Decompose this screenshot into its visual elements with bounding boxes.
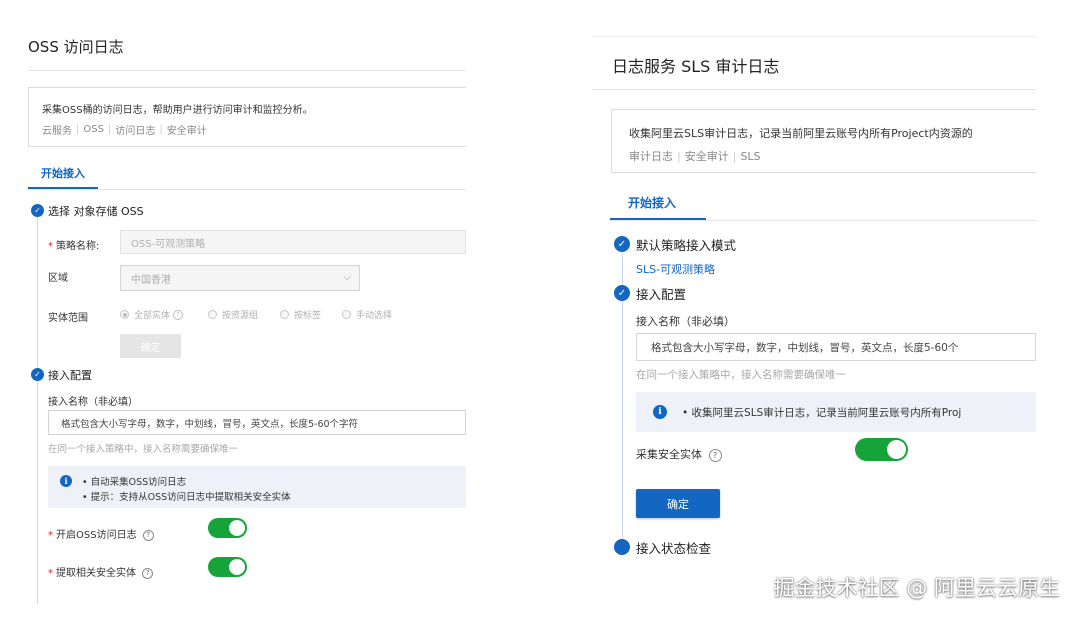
policy-name-input[interactable]: OSS-可观测策略	[120, 230, 466, 254]
radio-icon	[280, 310, 289, 319]
description-card: 采集OSS桶的访问日志，帮助用户进行访问审计和监控分析。 云服务 | OSS | 访…	[28, 87, 466, 147]
question-circle-icon[interactable]: ?	[173, 309, 184, 320]
question-circle-icon[interactable]: ?	[142, 529, 154, 541]
region-value: 中国香港	[131, 274, 171, 286]
toggle-knob	[887, 440, 906, 459]
check-circle-icon: ✓	[31, 368, 44, 381]
collect-entity-toggle[interactable]	[855, 438, 908, 461]
info-text: • 收集阿里云SLS审计日志，记录当前阿里云账号内所有Proj	[682, 407, 962, 419]
radio-icon	[208, 310, 217, 319]
extract-entity-toggle[interactable]	[208, 557, 247, 577]
title-divider	[28, 70, 466, 71]
scope-option-resource-group[interactable]: 按资源组	[208, 308, 258, 321]
info-icon: i	[60, 475, 72, 487]
watermark-text: 掘金技术社区 @ 阿里云云原生	[773, 576, 1060, 600]
description-text: 收集阿里云SLS审计日志，记录当前阿里云账号内所有Project内资源的	[629, 127, 973, 140]
page-title: OSS 访问日志	[28, 38, 124, 56]
toggle-knob	[229, 559, 245, 575]
step-label: 接入状态检查	[636, 541, 712, 556]
tab-start-access[interactable]: 开始接入	[41, 165, 85, 181]
scope-option-manual[interactable]: 手动选择	[342, 308, 392, 321]
tag: 安全审计	[166, 126, 207, 137]
tag-list: 云服务 | OSS | 访问日志 | 安全审计	[42, 124, 207, 137]
info-box: i • 收集阿里云SLS审计日志，记录当前阿里云账号内所有Proj	[636, 392, 1036, 432]
check-circle-icon: ✓	[614, 236, 630, 252]
toggle-knob	[229, 520, 245, 536]
tag-list: 审计日志 | 安全审计 | SLS	[629, 149, 761, 164]
access-name-label: 接入名称（非必填）	[636, 315, 735, 328]
access-name-hint: 在同一个接入策略中，接入名称需要确保唯一	[48, 444, 239, 455]
step-label: 选择 对象存储 OSS	[48, 205, 144, 218]
radio-icon	[120, 310, 129, 319]
tab-divider	[610, 220, 1036, 221]
scope-label: 实体范围	[48, 313, 88, 324]
info-text: • 提示：支持从OSS访问日志中提取相关安全实体	[82, 492, 291, 503]
collect-entity-toggle-label: 采集安全实体 ?	[636, 446, 722, 462]
sls-audit-log-panel: 日志服务 SLS 审计日志 收集阿里云SLS审计日志，记录当前阿里云账号内所有P…	[592, 36, 1036, 577]
description-card: 收集阿里云SLS审计日志，记录当前阿里云账号内所有Project内资源的 审计日…	[611, 109, 1036, 173]
title-divider	[592, 89, 1036, 90]
info-box: i • 自动采集OSS访问日志 • 提示：支持从OSS访问日志中提取相关安全实体	[48, 466, 466, 508]
tag: SLS	[740, 149, 761, 163]
dot-circle-icon	[614, 539, 630, 555]
tab-divider	[28, 189, 466, 190]
policy-name-label: * 策略名称:	[48, 241, 100, 252]
region-select[interactable]: 中国香港 ⌵	[120, 265, 360, 291]
tag: OSS	[83, 124, 104, 135]
step-connector	[37, 216, 38, 604]
radio-icon	[342, 310, 351, 319]
access-name-input[interactable]: 格式包含大小写字母，数字，中划线，冒号，英文点，长度5-60个字符	[48, 410, 466, 435]
scope-option-all[interactable]: 全部实体 ?	[120, 308, 184, 321]
confirm-button[interactable]: 确定	[120, 334, 181, 358]
question-circle-icon[interactable]: ?	[708, 448, 722, 462]
access-name-input[interactable]: 格式包含大小写字母，数字，中划线，冒号，英文点，长度5-60个	[636, 333, 1036, 361]
oss-access-log-panel: OSS 访问日志 采集OSS桶的访问日志，帮助用户进行访问审计和监控分析。 云服…	[28, 28, 466, 608]
question-circle-icon[interactable]: ?	[142, 567, 154, 579]
oss-log-toggle[interactable]	[208, 518, 247, 538]
scope-option-tag[interactable]: 按标签	[280, 308, 321, 321]
tag: 云服务	[42, 126, 72, 137]
info-icon: i	[653, 405, 667, 419]
policy-link[interactable]: SLS-可观测策略	[636, 261, 715, 277]
confirm-button[interactable]: 确定	[636, 489, 720, 518]
step-label: 接入配置	[636, 287, 687, 302]
tag: 审计日志	[629, 150, 673, 163]
tab-start-access[interactable]: 开始接入	[628, 194, 676, 211]
description-text: 采集OSS桶的访问日志，帮助用户进行访问审计和监控分析。	[42, 105, 313, 116]
page-title: 日志服务 SLS 审计日志	[612, 57, 780, 76]
info-text: • 自动采集OSS访问日志	[82, 477, 187, 488]
oss-log-toggle-label: * 开启OSS访问日志 ?	[48, 526, 154, 541]
check-circle-icon: ✓	[614, 285, 630, 301]
tag: 安全审计	[684, 150, 729, 163]
tag: 访问日志	[115, 126, 156, 137]
step-label: 默认策略接入模式	[636, 238, 737, 253]
extract-entity-toggle-label: * 提取相关安全实体 ?	[48, 564, 154, 579]
chevron-down-icon: ⌵	[343, 272, 351, 283]
access-name-hint: 在同一个接入策略中，接入名称需要确保唯一	[636, 369, 846, 381]
check-circle-icon: ✓	[31, 204, 44, 217]
access-name-label: 接入名称（非必填）	[48, 397, 138, 408]
step-label: 接入配置	[48, 369, 92, 382]
region-label: 区域	[48, 273, 68, 284]
